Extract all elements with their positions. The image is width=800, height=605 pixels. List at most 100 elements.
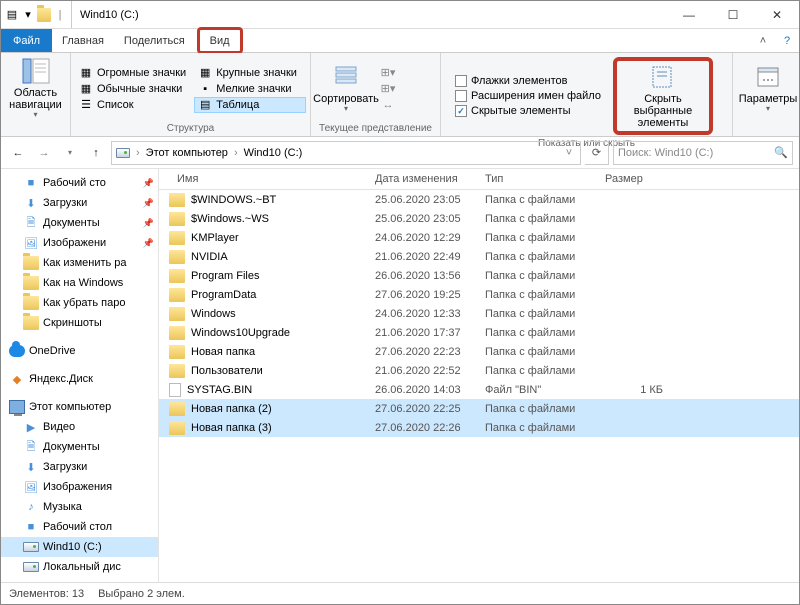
drive-icon (23, 539, 39, 555)
tree-video[interactable]: ▶Видео (1, 417, 158, 437)
table-row[interactable]: Windows24.06.2020 12:33Папка с файлами (159, 304, 799, 323)
column-type[interactable]: Тип (479, 169, 599, 189)
column-name[interactable]: Имя (159, 169, 369, 189)
huge-icon: ▦ (79, 66, 93, 80)
table-row[interactable]: Новая папка (3)27.06.2020 22:26Папка с ф… (159, 418, 799, 437)
tree-music[interactable]: ♪Музыка (1, 497, 158, 517)
checkbox-ext[interactable]: Расширения имен файло (451, 89, 605, 103)
table-row[interactable]: SYSTAG.BIN26.06.2020 14:03Файл "BIN"1 КБ (159, 380, 799, 399)
file-type: Папка с файлами (479, 308, 599, 320)
tree-drive[interactable]: Wind10 (C:) (1, 537, 158, 557)
tree-pictures[interactable]: 🖼Изображени📌 (1, 233, 158, 253)
file-name: Windows (191, 308, 236, 320)
table-row[interactable]: $Windows.~WS25.06.2020 23:05Папка с файл… (159, 209, 799, 228)
tree-folder[interactable]: Скриншоты (1, 313, 158, 333)
maximize-button[interactable]: ☐ (711, 1, 755, 29)
back-button[interactable]: ← (7, 142, 29, 164)
search-box[interactable]: Поиск: Wind10 (C:) 🔍 (613, 141, 793, 165)
table-row[interactable]: Пользователи21.06.2020 22:52Папка с файл… (159, 361, 799, 380)
file-name: $Windows.~WS (191, 213, 269, 225)
tree-thispc[interactable]: Этот компьютер (1, 397, 158, 417)
crumb-pc[interactable]: Этот компьютер (146, 147, 228, 159)
layout-normal[interactable]: ▦Обычные значки (75, 81, 190, 97)
table-row[interactable]: Новая папка27.06.2020 22:23Папка с файла… (159, 342, 799, 361)
chevron-right-icon[interactable]: › (134, 147, 142, 159)
tree-folder[interactable]: Как изменить ра (1, 253, 158, 273)
tab-share[interactable]: Поделиться (114, 29, 195, 52)
tree-yadisk[interactable]: ◆Яндекс.Диск (1, 369, 158, 389)
layout-list[interactable]: ☰Список (75, 97, 190, 113)
layout-table[interactable]: ▤Таблица (194, 97, 306, 113)
sort-button[interactable]: Сортировать ▾ (315, 61, 377, 116)
address-dropdown-icon[interactable]: ˅ (562, 146, 576, 160)
checkbox-hidden[interactable]: Скрытые элементы (451, 104, 605, 118)
tab-file[interactable]: Файл (1, 29, 52, 52)
downloads-icon: ⬇ (23, 459, 39, 475)
group-by-icon[interactable]: ⊞▾ (381, 66, 395, 80)
file-type: Папка с файлами (479, 422, 599, 434)
forward-button[interactable]: → (33, 142, 55, 164)
file-date: 25.06.2020 23:05 (369, 213, 479, 225)
crumb-drive[interactable]: Wind10 (C:) (244, 147, 303, 159)
documents-icon: 🗎 (23, 439, 39, 455)
table-row[interactable]: KMPlayer24.06.2020 12:29Папка с файлами (159, 228, 799, 247)
file-type: Папка с файлами (479, 327, 599, 339)
chevron-down-icon: ▾ (344, 105, 348, 114)
toolbar-dropdown-icon[interactable]: ▾ (21, 8, 35, 22)
tree-folder[interactable]: Как на Windows (1, 273, 158, 293)
close-button[interactable]: ✕ (755, 1, 799, 29)
desktop-icon: ■ (23, 519, 39, 535)
table-row[interactable]: Program Files26.06.2020 13:56Папка с фай… (159, 266, 799, 285)
table-row[interactable]: Новая папка (2)27.06.2020 22:25Папка с ф… (159, 399, 799, 418)
checkbox-flags[interactable]: Флажки элементов (451, 74, 605, 88)
fit-columns-icon[interactable]: ↔ (381, 98, 395, 112)
properties-icon[interactable]: ▤ (5, 8, 19, 22)
search-icon: 🔍 (774, 146, 788, 159)
refresh-button[interactable]: ⟳ (585, 141, 609, 165)
address-bar[interactable]: › Этот компьютер › Wind10 (C:) ˅ (111, 141, 581, 165)
file-date: 27.06.2020 22:26 (369, 422, 479, 434)
layout-huge[interactable]: ▦Огромные значки (75, 65, 190, 81)
tree-pictures[interactable]: 🖼Изображения (1, 477, 158, 497)
tree-downloads[interactable]: ⬇Загрузки (1, 457, 158, 477)
table-row[interactable]: NVIDIA21.06.2020 22:49Папка с файлами (159, 247, 799, 266)
table-row[interactable]: Windows10Upgrade21.06.2020 17:37Папка с … (159, 323, 799, 342)
minimize-button[interactable]: — (667, 1, 711, 29)
ribbon-collapse-icon[interactable]: ˄ (751, 29, 775, 52)
file-rows[interactable]: $WINDOWS.~BT25.06.2020 23:05Папка с файл… (159, 190, 799, 582)
tree-folder[interactable]: Как убрать паро (1, 293, 158, 313)
tree-documents[interactable]: 🗎Документы (1, 437, 158, 457)
nav-pane-button[interactable]: Область навигации ▾ (5, 55, 66, 122)
table-row[interactable]: ProgramData27.06.2020 19:25Папка с файла… (159, 285, 799, 304)
history-dropdown[interactable]: ▾ (59, 142, 81, 164)
up-button[interactable]: ↑ (85, 142, 107, 164)
options-button[interactable]: Параметры ▾ (737, 61, 799, 116)
layout-large[interactable]: ▦Крупные значки (194, 65, 306, 81)
chevron-right-icon[interactable]: › (232, 147, 240, 159)
tree-downloads[interactable]: ⬇Загрузки📌 (1, 193, 158, 213)
column-date[interactable]: Дата изменения (369, 169, 479, 189)
navigation-tree[interactable]: ■Рабочий сто📌 ⬇Загрузки📌 🗎Документы📌 🖼Из… (1, 169, 159, 582)
help-icon[interactable]: ? (775, 29, 799, 52)
file-type: Папка с файлами (479, 194, 599, 206)
hide-selected-button[interactable]: Скрыть выбранные элементы (613, 57, 713, 135)
tree-desktop[interactable]: ■Рабочий стол (1, 517, 158, 537)
column-size[interactable]: Размер (599, 169, 669, 189)
desktop-icon: ■ (23, 175, 39, 191)
tab-view[interactable]: Вид (197, 27, 243, 54)
status-bar: Элементов: 13 Выбрано 2 элем. (1, 582, 799, 604)
tab-home[interactable]: Главная (52, 29, 114, 52)
qat-chevron-icon[interactable]: | (53, 8, 67, 22)
documents-icon: 🗎 (23, 215, 39, 231)
tree-onedrive[interactable]: OneDrive (1, 341, 158, 361)
tree-desktop[interactable]: ■Рабочий сто📌 (1, 173, 158, 193)
tree-documents[interactable]: 🗎Документы📌 (1, 213, 158, 233)
status-selected: Выбрано 2 элем. (98, 588, 185, 600)
tree-localdisk[interactable]: Локальный дис (1, 557, 158, 577)
table-row[interactable]: $WINDOWS.~BT25.06.2020 23:05Папка с файл… (159, 190, 799, 209)
file-type: Папка с файлами (479, 346, 599, 358)
layout-small[interactable]: ▪Мелкие значки (194, 81, 306, 97)
add-column-icon[interactable]: ⊞▾ (381, 82, 395, 96)
pin-icon: 📌 (143, 238, 154, 249)
file-type: Папка с файлами (479, 403, 599, 415)
